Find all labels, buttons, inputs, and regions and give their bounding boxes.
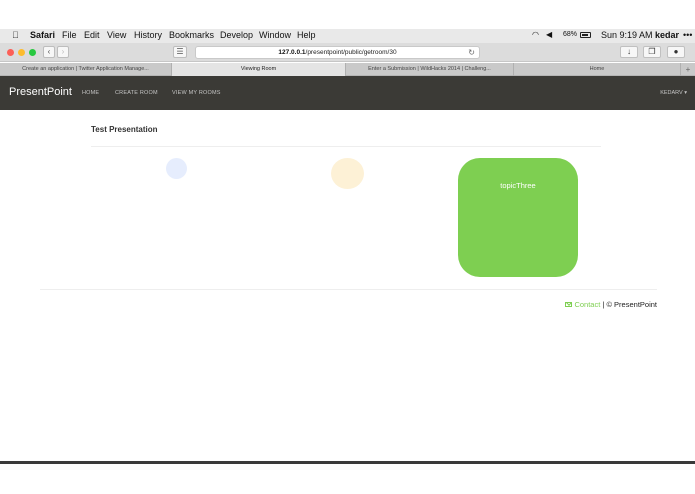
app-navbar: PresentPoint HOME CREATE ROOM VIEW MY RO… [0,76,695,110]
topic-card[interactable]: topicThree [458,158,578,277]
tab-twitter-apps[interactable]: Create an application | Twitter Applicat… [0,63,172,76]
wifi-icon[interactable]: ◠ [532,30,539,39]
brand-logo[interactable]: PresentPoint [9,86,72,98]
contact-link[interactable]: Contact [574,300,600,309]
battery-icon[interactable] [580,32,591,38]
forward-button[interactable]: › [57,46,69,58]
menu-view[interactable]: View [107,30,126,40]
menu-edit[interactable]: Edit [84,30,100,40]
envelope-icon [565,302,573,307]
zoom-window-icon[interactable] [29,49,36,56]
back-button[interactable]: ‹ [43,46,55,58]
topic-bubble-two[interactable] [331,158,364,189]
nav-home[interactable]: HOME [82,90,99,96]
menu-history[interactable]: History [134,30,162,40]
menu-bookmarks[interactable]: Bookmarks [169,30,214,40]
window-bottom-edge [0,461,695,464]
user-name[interactable]: kedar [655,30,679,40]
topic-card-label: topicThree [500,181,536,190]
url-host: 127.0.0.1 [278,49,306,56]
clock[interactable]: Sun 9:19 AM [601,30,653,40]
macos-menubar:  Safari File Edit View History Bookmark… [0,29,695,43]
tab-home[interactable]: Home [514,63,681,76]
user-dropdown[interactable]: KEDARV ▾ [660,90,687,96]
minimize-window-icon[interactable] [18,49,25,56]
apple-menu-icon[interactable]:  [12,30,19,40]
tab-wildhacks[interactable]: Enter a Submission | WildHacks 2014 | Ch… [346,63,514,76]
copyright-text: | © PresentPoint [600,300,657,309]
extension-icon[interactable]: ● [667,46,685,58]
footer-divider [40,289,657,290]
new-tab-button[interactable]: + [681,63,695,76]
battery-level-fill [582,34,588,36]
url-path: /presentpoint/public/getroom/30 [305,49,397,56]
address-bar[interactable]: 127.0.0.1/presentpoint/public/getroom/30… [195,46,480,59]
notification-center-icon[interactable]: ••• [683,30,692,40]
screen:  Safari File Edit View History Bookmark… [0,0,695,494]
downloads-icon[interactable]: ↓ [620,46,638,58]
volume-icon[interactable]: ◀ [546,30,552,39]
divider [91,146,601,147]
tab-viewing-room[interactable]: Viewing Room [172,63,346,76]
menu-safari[interactable]: Safari [30,30,55,40]
tab-bar: Create an application | Twitter Applicat… [0,63,695,76]
reload-icon[interactable]: ↻ [468,47,475,58]
nav-create-room[interactable]: CREATE ROOM [115,90,158,96]
menu-window[interactable]: Window [259,30,291,40]
battery-percent: 68% [563,31,578,38]
show-tabs-icon[interactable]: ❐ [643,46,661,58]
menu-develop[interactable]: Develop [220,30,253,40]
footer: Contact | © PresentPoint [565,300,657,309]
browser-toolbar: ‹ › ☰ 127.0.0.1/presentpoint/public/getr… [0,43,695,62]
menu-help[interactable]: Help [297,30,316,40]
close-window-icon[interactable] [7,49,14,56]
topic-bubble-one[interactable] [166,158,187,179]
reader-button[interactable]: ☰ [173,46,187,58]
menu-file[interactable]: File [62,30,77,40]
nav-view-my-rooms[interactable]: VIEW MY ROOMS [172,90,221,96]
page-title: Test Presentation [91,125,158,134]
